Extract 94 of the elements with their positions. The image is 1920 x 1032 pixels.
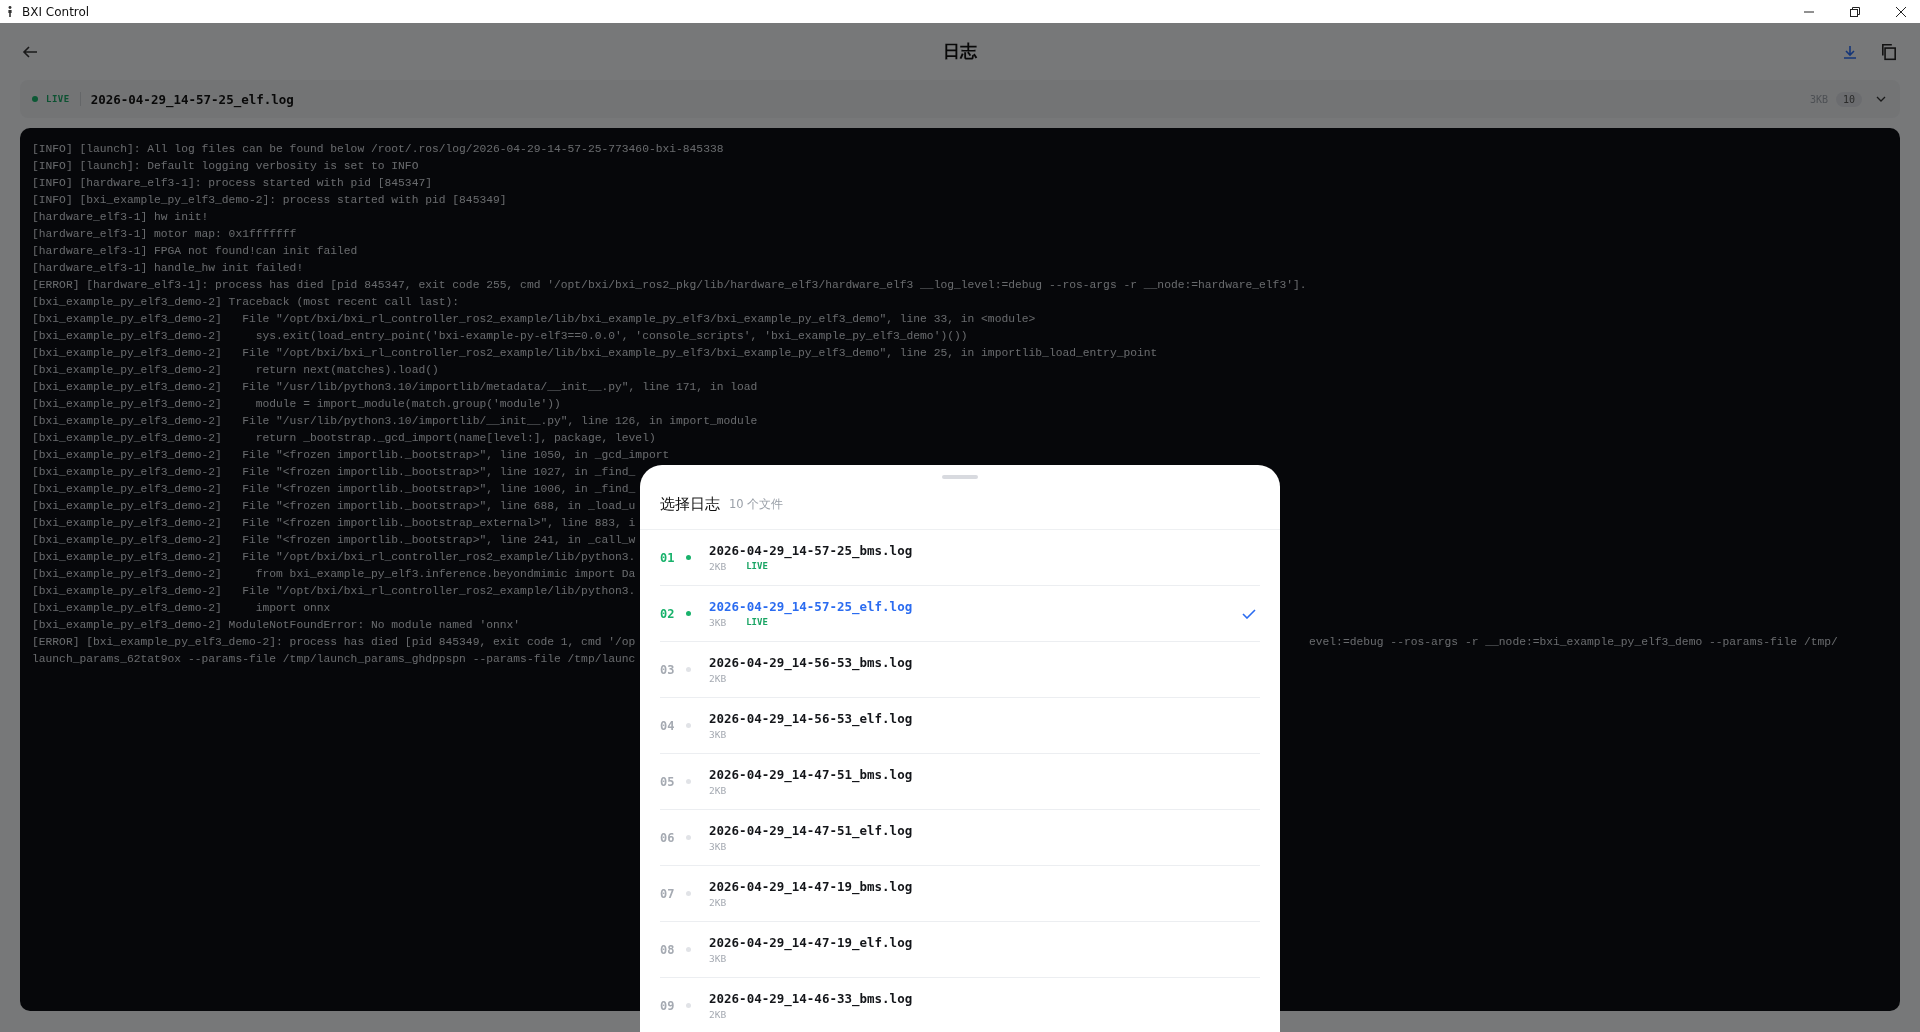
file-item[interactable]: 03 2026-04-29_14-56-53_bms.log 2KB — [660, 642, 1260, 698]
log-line: [bxi_example_py_elf3_demo-2] File "/usr/lib/python3.10/importlib/metadata/__init__.py", line 171, in load — [32, 380, 758, 393]
file-size: 2KB — [709, 1009, 727, 1020]
status-dot — [686, 779, 691, 784]
log-line: [hardware_elf3-1] handle_hw init failed! — [32, 261, 304, 274]
file-name: 2026-04-29_14-56-53_bms.log — [709, 655, 914, 670]
log-line: [INFO] [launch]: Default logging verbosity is set to INFO — [32, 159, 419, 172]
file-size: 3KB — [709, 729, 727, 740]
copy-icon[interactable] — [1880, 42, 1898, 61]
file-item[interactable]: 08 2026-04-29_14-47-19_elf.log 3KB — [660, 922, 1260, 978]
file-index: 01 — [660, 550, 676, 565]
file-size: 2KB — [709, 897, 727, 908]
log-line: [bxi_example_py_elf3_demo-2] return _bootstrap._gcd_import(name[level:], package, level) — [32, 431, 656, 444]
file-name: 2026-04-29_14-47-51_bms.log — [709, 767, 914, 782]
check-icon — [1242, 608, 1256, 619]
log-line: [bxi_example_py_elf3_demo-2] sys.exit(load_entry_point('bxi-example-py-elf3==0.0.0', 'console_scripts', 'bxi_example_py_elf3_demo')()) — [32, 329, 968, 342]
log-line: [bxi_example_py_elf3_demo-2] File "/usr/lib/python3.10/importlib/__init__.py", line 126, in import_module — [32, 414, 758, 427]
log-line: [bxi_example_py_elf3_demo-2] File "<frozen importlib._bootstrap>", line 688, in _load_u — [32, 499, 636, 512]
file-item[interactable]: 09 2026-04-29_14-46-33_bms.log 2KB — [660, 978, 1260, 1032]
download-icon[interactable] — [1842, 43, 1858, 60]
page-title: 日志 — [943, 40, 977, 63]
window-title: BXI Control — [22, 4, 90, 19]
log-line: [bxi_example_py_elf3_demo-2] File "<frozen importlib._bootstrap>", line 241, in _call_w — [32, 533, 636, 546]
log-line: [ERROR] [bxi_example_py_elf3_demo-2]: process has died [pid 845349, exit code 1, cmd '/op — [32, 635, 637, 648]
status-dot — [686, 835, 691, 840]
status-dot — [686, 1003, 691, 1008]
restore-icon[interactable] — [1850, 6, 1860, 17]
file-size: 3KB — [709, 953, 727, 964]
file-size: 3KB — [709, 841, 727, 852]
file-index: 04 — [660, 718, 676, 733]
sheet-title: 选择日志 — [660, 494, 720, 514]
log-line: [bxi_example_py_elf3_demo-2] return next(matches).load() — [32, 363, 439, 376]
drag-handle[interactable] — [942, 475, 978, 479]
log-line: [bxi_example_py_elf3_demo-2] File "/opt/bxi/bxi_rl_controller_ros2_example/lib/bxi_example_py_elf3/bxi_example_py_elf3_demo", line 33, in <module> — [32, 312, 1036, 325]
file-count: 10 个文件 — [729, 496, 784, 512]
status-dot — [686, 555, 691, 560]
log-line: [bxi_example_py_elf3_demo-2] File "<frozen importlib._bootstrap>", line 1027, in _find_ — [32, 465, 636, 478]
file-name: 2026-04-29_14-47-19_bms.log — [709, 879, 914, 894]
log-line: [bxi_example_py_elf3_demo-2] File "<frozen importlib._bootstrap_external>", line 883, i — [32, 516, 636, 529]
file-name: 2026-04-29_14-47-51_elf.log — [709, 823, 914, 838]
log-line: [hardware_elf3-1] hw init! — [32, 210, 209, 223]
status-dot — [686, 611, 691, 616]
status-dot — [686, 667, 691, 672]
file-name: 2026-04-29_14-57-25_elf.log — [90, 91, 294, 107]
file-index: 02 — [660, 606, 676, 621]
live-label: LIVE — [46, 94, 70, 104]
file-item[interactable]: 06 2026-04-29_14-47-51_elf.log 3KB — [660, 810, 1260, 866]
status-dot — [686, 947, 691, 952]
file-item[interactable]: 05 2026-04-29_14-47-51_bms.log 2KB — [660, 754, 1260, 810]
close-icon[interactable] — [1896, 6, 1906, 17]
file-item[interactable]: 01 2026-04-29_14-57-25_bms.log 2KB LIVE — [660, 530, 1260, 586]
file-index: 07 — [660, 886, 676, 901]
file-size: 2KB — [709, 673, 727, 684]
log-line: [INFO] [hardware_elf3-1]: process started with pid [845347] — [32, 176, 432, 189]
log-line: [hardware_elf3-1] FPGA not found!can init failed — [32, 244, 358, 257]
file-name: 2026-04-29_14-46-33_bms.log — [709, 991, 914, 1006]
log-line: [bxi_example_py_elf3_demo-2] File "<frozen importlib._bootstrap>", line 1050, in _gcd_import — [32, 448, 670, 461]
log-line: [INFO] [launch]: All log files can be found below /root/.ros/log/2026-04-29-14-57-25-773460-bxi-845338 — [32, 142, 724, 155]
log-line: [hardware_elf3-1] motor map: 0x1fffffff — [32, 227, 297, 240]
file-name: 2026-04-29_14-56-53_elf.log — [709, 711, 914, 726]
live-label: LIVE — [746, 561, 768, 572]
status-dot — [686, 891, 691, 896]
status-dot — [686, 723, 691, 728]
log-line: [bxi_example_py_elf3_demo-2] File "<frozen importlib._bootstrap>", line 1006, in _find_ — [32, 482, 636, 495]
log-line: launch_params_62tat9ox --params-file /tmp/launch_params_ghdppspn --params-file /tmp/launc — [32, 652, 636, 665]
back-arrow-icon[interactable] — [22, 43, 38, 60]
file-size: 3KB — [709, 617, 727, 628]
log-line: [bxi_example_py_elf3_demo-2] File "/opt/bxi/bxi_rl_controller_ros2_example/lib/python3. — [32, 584, 636, 597]
log-line: [bxi_example_py_elf3_demo-2] ModuleNotFoundError: No module named 'onnx' — [32, 618, 521, 631]
file-index: 05 — [660, 774, 676, 789]
live-label: LIVE — [746, 617, 768, 628]
log-line: [bxi_example_py_elf3_demo-2] File "/opt/bxi/bxi_rl_controller_ros2_example/lib/bxi_example_py_elf3/bxi_example_py_elf3_demo", line 25, in importlib_load_entry_point — [32, 346, 1158, 359]
log-line: [bxi_example_py_elf3_demo-2] File "/opt/bxi/bxi_rl_controller_ros2_example/lib/python3. — [32, 550, 636, 563]
file-index: 08 — [660, 942, 676, 957]
log-line: [ERROR] [hardware_elf3-1]: process has died [pid 845347, exit code 255, cmd '/opt/bxi/bxi_ros2_pkg/lib/hardware_elf3/hardware_elf3 __log_level:=debug --ros-args -r __node:=hardware_elf3']. — [32, 278, 1307, 291]
file-name: 2026-04-29_14-57-25_elf.log — [709, 599, 914, 614]
chevron-down-icon[interactable] — [1876, 96, 1886, 102]
file-size: 2KB — [709, 785, 727, 796]
log-line: [bxi_example_py_elf3_demo-2] from bxi_example_py_elf3.inference.beyondmimic import Da — [32, 567, 636, 580]
log-line: [bxi_example_py_elf3_demo-2] Traceback (most recent call last): — [32, 295, 460, 308]
file-count-badge: 10 — [1835, 91, 1862, 107]
file-size: 2KB — [709, 561, 727, 572]
file-index: 09 — [660, 998, 676, 1013]
log-line: [INFO] [bxi_example_py_elf3_demo-2]: process started with pid [845349] — [32, 193, 507, 206]
file-index: 03 — [660, 662, 676, 677]
file-index: 06 — [660, 830, 676, 845]
log-line: evel:=debug --ros-args -r __node:=bxi_example_py_elf3_demo --params-file /tmp/ — [1309, 635, 1838, 648]
file-item[interactable]: 07 2026-04-29_14-47-19_bms.log 2KB — [660, 866, 1260, 922]
file-name: 2026-04-29_14-57-25_bms.log — [709, 543, 914, 558]
file-item[interactable]: 04 2026-04-29_14-56-53_elf.log 3KB — [660, 698, 1260, 754]
log-line: [bxi_example_py_elf3_demo-2] import onnx — [32, 601, 331, 614]
file-name: 2026-04-29_14-47-19_elf.log — [709, 935, 914, 950]
file-item[interactable]: 02 2026-04-29_14-57-25_elf.log 3KB LIVE — [660, 586, 1260, 642]
log-line: [bxi_example_py_elf3_demo-2] module = import_module(match.group('module')) — [32, 397, 561, 410]
